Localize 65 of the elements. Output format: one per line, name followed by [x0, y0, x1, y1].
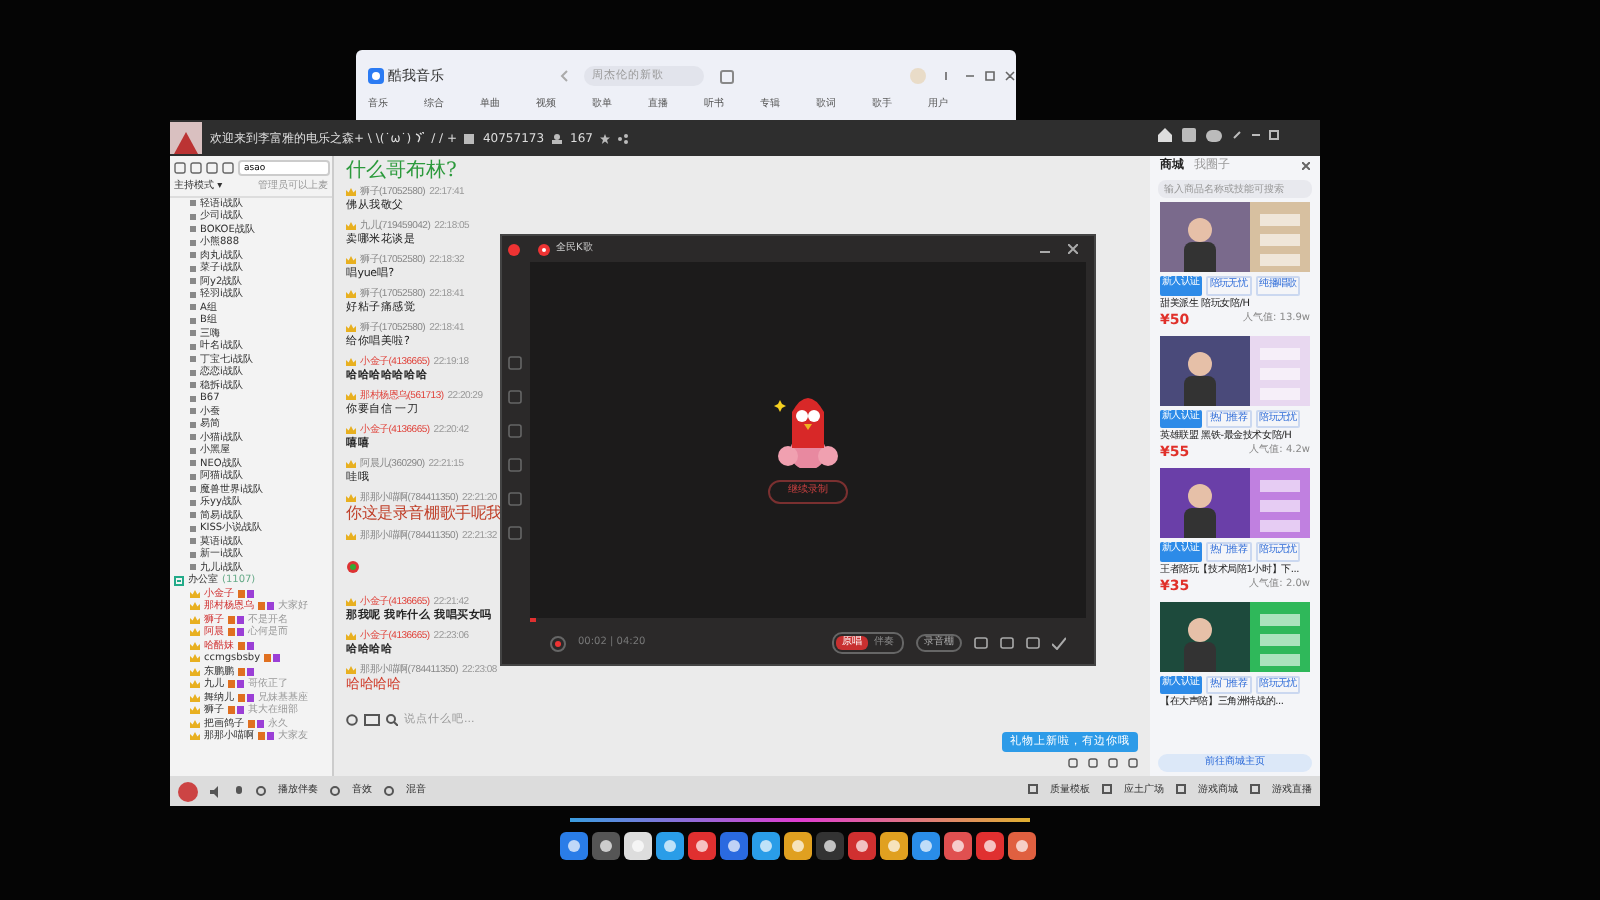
app-icon[interactable]: [592, 832, 620, 860]
app-icon[interactable]: [976, 832, 1004, 860]
app-icon[interactable]: [944, 832, 972, 860]
room-avatar-icon: [170, 122, 202, 154]
badge-icon: [238, 589, 254, 598]
crown-icon: [346, 460, 356, 468]
app-icon[interactable]: [848, 832, 876, 860]
app-icon[interactable]: [1008, 832, 1036, 860]
app-icon[interactable]: [752, 832, 780, 860]
badge-icon: [228, 628, 244, 637]
crown-icon: [346, 426, 356, 434]
app-icon[interactable]: [560, 832, 588, 860]
toolbar-icon: [1102, 783, 1112, 794]
app-icon[interactable]: [816, 832, 844, 860]
app-icon[interactable]: [912, 832, 940, 860]
badge-icon: [258, 732, 274, 741]
app-icon[interactable]: [880, 832, 908, 860]
badge-icon: [228, 706, 244, 715]
kana-mark-icon: [413, 132, 424, 144]
app-logo-icon: [538, 243, 550, 255]
badge-icon: [248, 719, 264, 728]
crown-icon: [346, 358, 356, 366]
check-icon[interactable]: [1052, 636, 1066, 650]
chat-topic: 什么哥布林?: [346, 160, 459, 182]
crown-icon: [346, 290, 356, 298]
crown-icon: [346, 666, 356, 674]
crown-icon: [346, 324, 356, 332]
crown-icon: [346, 532, 356, 540]
crown-icon: [346, 222, 356, 230]
crown-icon: [346, 392, 356, 400]
badge-icon: [238, 667, 254, 676]
app-icon[interactable]: [656, 832, 684, 860]
toolbar-icon: [1250, 783, 1260, 794]
app-logo-icon: [508, 244, 520, 256]
badge-icon: [258, 602, 274, 611]
collapse-icon[interactable]: [174, 575, 184, 586]
badge-icon: [228, 615, 244, 624]
badge-icon: [264, 654, 281, 663]
share-icon[interactable]: [618, 133, 629, 143]
app-icon[interactable]: [784, 832, 812, 860]
close-icon[interactable]: [1302, 161, 1310, 169]
close-icon[interactable]: [1068, 244, 1078, 254]
emoji-icon[interactable]: [364, 713, 380, 726]
speaker-icon[interactable]: [210, 785, 222, 797]
app-logo-icon: [368, 68, 384, 84]
app-icon[interactable]: [624, 832, 652, 860]
toolbar-icon: [1028, 783, 1038, 794]
app-icon[interactable]: [688, 832, 716, 860]
crown-icon: [346, 256, 356, 264]
crown-icon: [346, 632, 356, 640]
toolbar-icon: [1176, 783, 1186, 794]
app-avatar-icon[interactable]: [178, 781, 198, 801]
crown-icon: [346, 598, 356, 606]
badge-icon: [238, 693, 254, 702]
badge-icon: [228, 680, 244, 689]
user-icon: [552, 133, 563, 143]
crown-icon: [346, 494, 356, 502]
crown-icon: [346, 188, 356, 196]
app-icon[interactable]: [720, 832, 748, 860]
badge-icon: [238, 641, 254, 650]
search-icon[interactable]: [386, 713, 398, 726]
record-icon[interactable]: [550, 635, 566, 651]
gear-icon[interactable]: [346, 713, 358, 726]
star-icon[interactable]: [600, 133, 611, 143]
screen-icon[interactable]: [720, 69, 734, 83]
